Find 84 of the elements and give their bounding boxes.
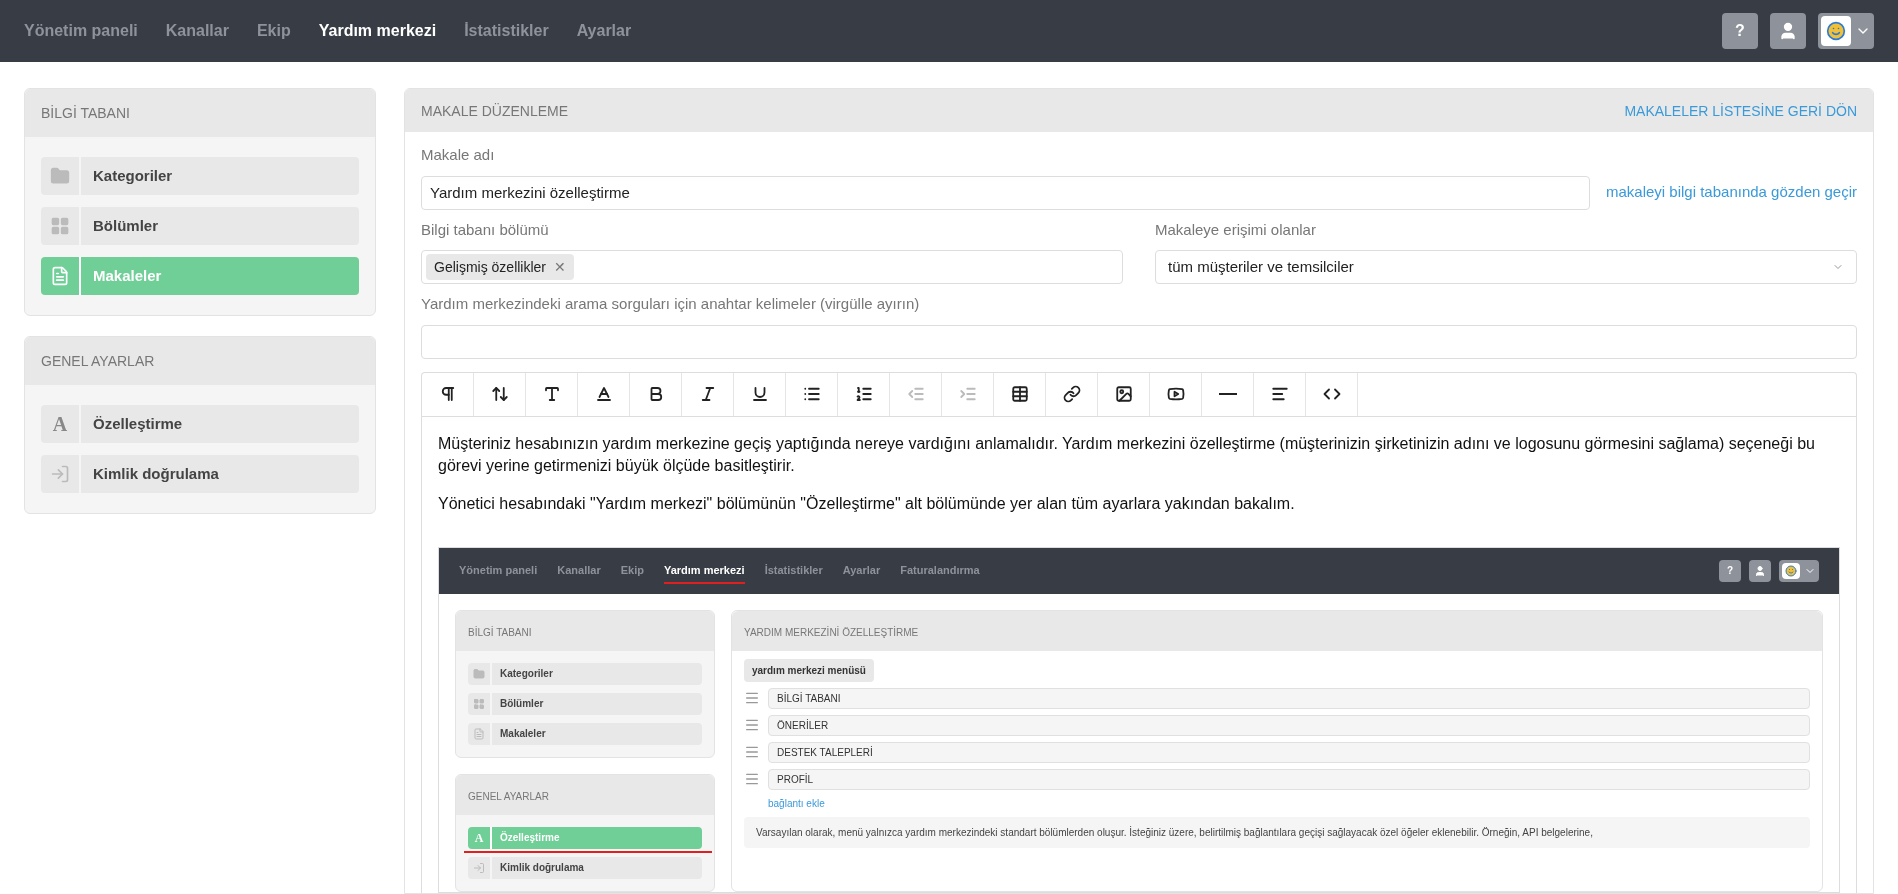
menu-item-field[interactable]: ÖNERİLER (768, 714, 1810, 736)
nav-link[interactable]: Ayarlar (842, 562, 881, 579)
preview-link[interactable]: makaleyi bilgi tabanında gözden geçir (1606, 181, 1857, 204)
document-icon (50, 266, 70, 286)
sidebar-item[interactable]: Kimlik doğrulama (41, 455, 359, 493)
nav-link[interactable]: Ayarlar (576, 19, 632, 43)
sidebar-item[interactable]: Kategoriler (41, 157, 359, 195)
align-icon (1270, 385, 1289, 403)
back-link[interactable]: MAKALELER LİSTESİNE GERİ DÖN (1624, 100, 1857, 121)
sidebar-item[interactable]: Makaleler (468, 722, 702, 745)
section-field[interactable]: Gelişmiş özellikler ✕ (421, 250, 1123, 284)
menu-item-field[interactable]: DESTEK TALEPLERİ (768, 741, 1810, 763)
info-note: Varsayılan olarak, menü yalnızca yardım merkezindeki standart bölümlerden oluşur. İsteğiniz üzere, belirtilmiş bağlantılara geçişi sağlayacak özel öğeler eklenebilir. Örneğin, API belgelerine, (744, 816, 1810, 848)
text-color-icon (594, 385, 613, 403)
account-dropdown[interactable] (1779, 559, 1819, 582)
sidebar-item[interactable]: Bölümler (41, 207, 359, 245)
sidebar-item[interactable]: Makaleler (41, 257, 359, 295)
grid-icon (50, 216, 70, 236)
horizontal-rule-icon (1218, 393, 1237, 395)
nav-link[interactable]: Yönetim paneli (459, 562, 538, 579)
field-label: Makale adı (421, 145, 496, 165)
user-icon (1754, 564, 1766, 577)
nav-link[interactable]: Kanallar (165, 19, 229, 43)
nav-link[interactable]: İstatistikler (464, 19, 549, 43)
folder-icon (473, 667, 485, 680)
video-icon (1166, 385, 1185, 403)
body-paragraph: Yönetici hesabındaki "Yardım merkezi" bölümünün "Özelleştirme" alt bölümünde yer alan tüm ayarlara yakından bakalım. (437, 493, 1296, 514)
section-title: BİLGİ TABANI (468, 626, 532, 638)
sidebar-item[interactable]: A Özelleştirme (41, 405, 359, 443)
help-button[interactable]: ? (1719, 559, 1741, 582)
nav-link[interactable]: Faturalandırma (900, 562, 980, 579)
nav-link[interactable]: Ekip (256, 19, 291, 43)
keywords-field[interactable] (421, 324, 1857, 359)
outdent-icon (906, 385, 925, 403)
section-title: GENEL AYARLAR (468, 790, 549, 802)
avatar-icon (1821, 16, 1851, 46)
nav-link[interactable]: Yardım merkezi (663, 562, 745, 579)
drag-handle-icon[interactable] (744, 690, 760, 706)
sidebar-item[interactable]: Kategoriler (468, 662, 702, 685)
access-select[interactable]: tüm müşteriler ve temsilciler (1155, 250, 1857, 284)
section-title: BİLGİ TABANI (41, 105, 130, 121)
nav-link[interactable]: Ekip (620, 562, 644, 579)
letter-glyph: A (51, 414, 69, 434)
user-icon (1778, 21, 1798, 41)
drag-handle-icon[interactable] (744, 717, 760, 733)
add-link[interactable]: bağlantı ekle (768, 795, 1810, 811)
sidebar-item[interactable]: A Özelleştirme (468, 826, 702, 849)
remove-tag-button[interactable]: ✕ (554, 257, 567, 277)
folder-icon (50, 166, 70, 186)
underline-icon (750, 385, 769, 403)
menu-tag: yardım merkezi menüsü (744, 658, 874, 682)
panel-title: MAKALE DÜZENLEME (421, 101, 569, 121)
field-label: Yardım merkezindeki arama sorguları için anahtar kelimeler (virgülle ayırın) (421, 294, 921, 314)
bulleted-list-icon (802, 385, 821, 403)
image-icon (1114, 385, 1133, 403)
nav-link[interactable]: Yönetim paneli (24, 19, 138, 43)
letter-glyph: A (473, 831, 485, 844)
nav-link[interactable]: Yardım merkezi (318, 19, 437, 43)
nav-link[interactable]: İstatistikler (764, 562, 823, 579)
panel-title: YARDIM MERKEZİNİ ÖZELLEŞTİRME (744, 626, 919, 638)
nav-link[interactable]: Kanallar (557, 562, 601, 579)
drag-handle-icon[interactable] (744, 771, 760, 787)
profile-button[interactable] (1749, 559, 1771, 582)
body-paragraph: Müşteriniz hesabınızın yardım merkezine geçiş yaptığında nereye vardığını anlamalıdır. Yardım merkezini özelleştirme (müşterinizin şirketinizin adını ve logosunu görmesini sağlama) seçeneği bu görevi yerine getirmenizi büyük ölçüde basitleştirir. (437, 433, 1816, 476)
table-icon (1010, 385, 1029, 403)
help-button[interactable]: ? (1722, 13, 1758, 49)
menu-item-field[interactable]: BİLGİ TABANI (768, 687, 1810, 709)
drag-handle-icon[interactable] (744, 744, 760, 760)
tag-label: Gelişmiş özellikler (434, 258, 547, 277)
grid-icon (473, 697, 485, 710)
sidebar-item[interactable]: Kimlik doğrulama (468, 856, 702, 879)
sidebar-item[interactable]: Bölümler (468, 692, 702, 715)
avatar-icon (1782, 562, 1800, 579)
numbered-list-icon (854, 385, 873, 403)
document-icon (473, 727, 485, 740)
field-label: Makaleye erişimi olanlar (1155, 219, 1317, 240)
indent-icon (958, 385, 977, 403)
field-label: Bilgi tabanı bölümü (421, 219, 550, 240)
sign-in-icon (473, 861, 485, 874)
link-icon (1062, 385, 1081, 403)
sign-in-icon (50, 464, 70, 484)
section-title: GENEL AYARLAR (41, 353, 155, 369)
menu-item-field[interactable]: PROFİL (768, 768, 1810, 790)
article-name-field[interactable]: Yardım merkezini özelleştirme (421, 175, 1590, 210)
